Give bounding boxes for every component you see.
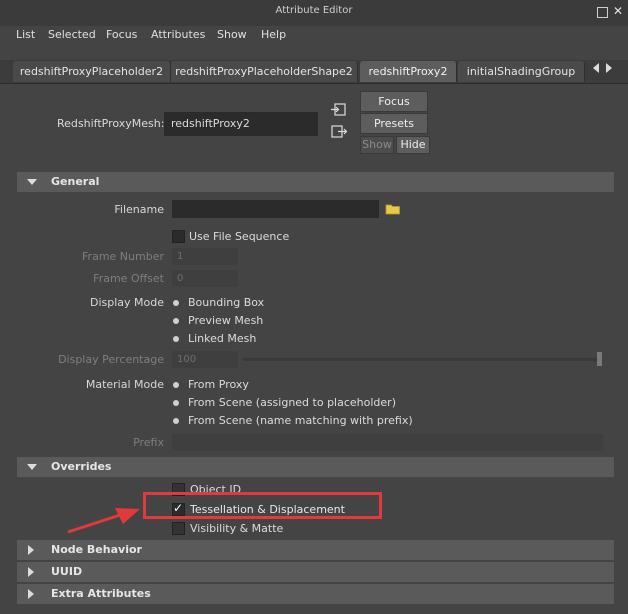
menu-show[interactable]: Show [217,28,247,41]
section-overrides[interactable]: Overrides [17,457,614,477]
float-window-icon[interactable] [597,7,608,18]
tab-scroll-right-icon[interactable] [606,63,612,73]
use-file-sequence-label: Use File Sequence [189,230,290,243]
tab-scroll-left-icon[interactable] [593,63,599,73]
section-extra-attributes-label: Extra Attributes [51,587,151,600]
tab-redshiftproxyplaceholder2[interactable]: redshiftProxyPlaceholder2 [13,61,171,82]
radio-linked-mesh[interactable] [173,336,179,342]
folder-icon[interactable] [385,203,401,215]
radio-preview-mesh-label: Preview Mesh [188,314,264,327]
annotation-highlight-box [143,492,382,519]
section-overrides-label: Overrides [51,460,112,473]
expand-arrow-icon [28,545,34,555]
tab-redshiftproxyplaceholdershape2[interactable]: redshiftProxyPlaceholderShape2 [171,61,358,82]
radio-linked-mesh-label: Linked Mesh [188,332,257,345]
display-percentage-slider-handle [597,352,602,366]
menu-help[interactable]: Help [261,28,286,41]
section-extra-attributes[interactable]: Extra Attributes [17,584,614,604]
select-input-icon[interactable] [330,102,348,118]
select-output-icon[interactable] [330,124,348,140]
section-node-behavior[interactable]: Node Behavior [17,540,614,560]
tab-initialshadinggroup[interactable]: initialShadingGroup [458,61,585,82]
menu-list[interactable]: List [16,28,35,41]
collapse-arrow-icon [27,179,37,185]
section-uuid[interactable]: UUID [17,562,614,582]
section-node-behavior-label: Node Behavior [51,543,142,556]
filename-field[interactable] [172,200,379,218]
frame-number-field: 1 [172,248,238,265]
annotation-arrow-icon [67,508,140,534]
menu-focus[interactable]: Focus [106,28,137,41]
radio-from-scene-prefix-label: From Scene (name matching with prefix) [188,414,413,427]
proxy-mesh-label: RedshiftProxyMesh: [57,117,165,130]
frame-offset-field: 0 [172,270,238,287]
hide-button[interactable]: Hide [396,136,430,154]
radio-from-scene-assigned-label: From Scene (assigned to placeholder) [188,396,396,409]
frame-number-label: Frame Number [82,250,164,263]
proxy-mesh-field[interactable]: redshiftProxy2 [164,112,318,136]
radio-from-proxy[interactable] [173,382,179,388]
display-percentage-label: Display Percentage [58,353,164,366]
radio-from-proxy-label: From Proxy [188,378,249,391]
collapse-arrow-icon [27,464,37,470]
use-file-sequence-checkbox[interactable] [172,230,185,243]
radio-from-scene-prefix[interactable] [173,418,179,424]
radio-bounding-box[interactable] [173,300,179,306]
window-title: Attribute Editor [275,5,353,16]
close-icon[interactable]: ✕ [613,4,623,18]
visibility-matte-label: Visibility & Matte [190,522,284,535]
section-general[interactable]: General [17,172,614,192]
radio-preview-mesh[interactable] [173,318,179,324]
radio-bounding-box-label: Bounding Box [188,296,265,309]
focus-button[interactable]: Focus [360,91,428,112]
menu-attributes[interactable]: Attributes [151,28,205,41]
menu-selected[interactable]: Selected [48,28,96,41]
presets-button[interactable]: Presets [360,113,428,134]
display-mode-label: Display Mode [89,296,164,309]
tab-redshiftproxy2[interactable]: redshiftProxy2 [360,61,457,82]
section-general-label: General [51,175,100,188]
visibility-matte-checkbox[interactable] [172,522,185,535]
material-mode-label: Material Mode [85,378,164,391]
display-percentage-field: 100 [172,351,238,368]
expand-arrow-icon [28,567,34,577]
radio-from-scene-assigned[interactable] [173,400,179,406]
section-uuid-label: UUID [51,565,83,578]
prefix-label: Prefix [133,436,164,449]
expand-arrow-icon [28,589,34,599]
show-button[interactable]: Show [360,136,394,154]
prefix-field [172,434,603,451]
frame-offset-label: Frame Offset [93,272,164,285]
filename-label: Filename [114,203,164,216]
display-percentage-slider-track [243,358,601,361]
